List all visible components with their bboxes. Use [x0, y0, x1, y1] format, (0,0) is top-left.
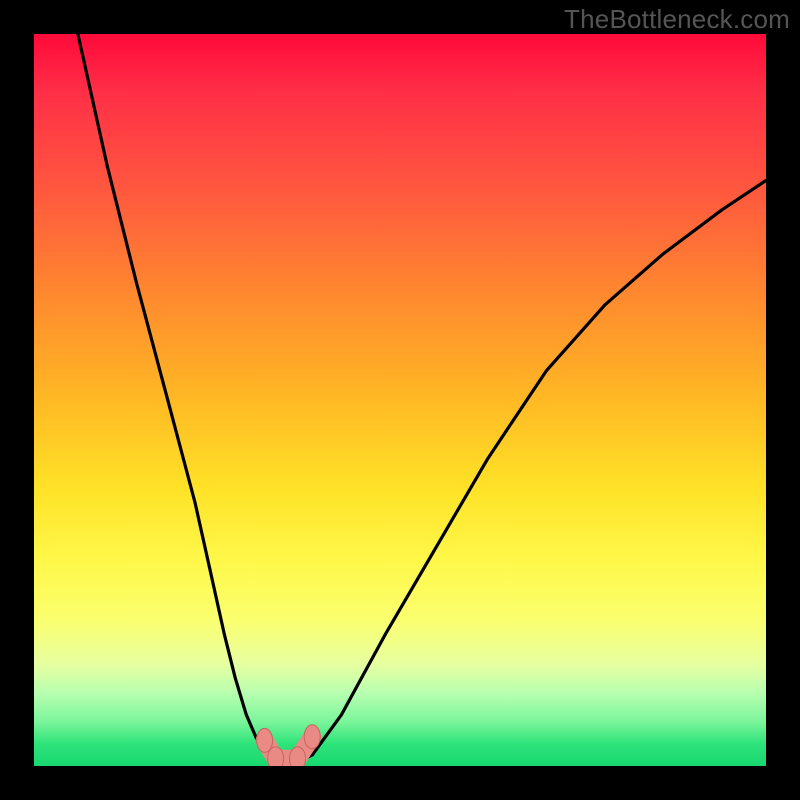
bottleneck-curve — [34, 34, 766, 766]
plot-area — [34, 34, 766, 766]
valley-markers — [34, 34, 766, 766]
valley-marker — [257, 728, 273, 752]
watermark-text: TheBottleneck.com — [564, 4, 790, 35]
chart-frame: TheBottleneck.com — [0, 0, 800, 800]
valley-marker-connector — [265, 737, 313, 759]
valley-marker — [290, 747, 306, 766]
valley-marker — [268, 747, 284, 766]
valley-marker — [304, 725, 320, 749]
